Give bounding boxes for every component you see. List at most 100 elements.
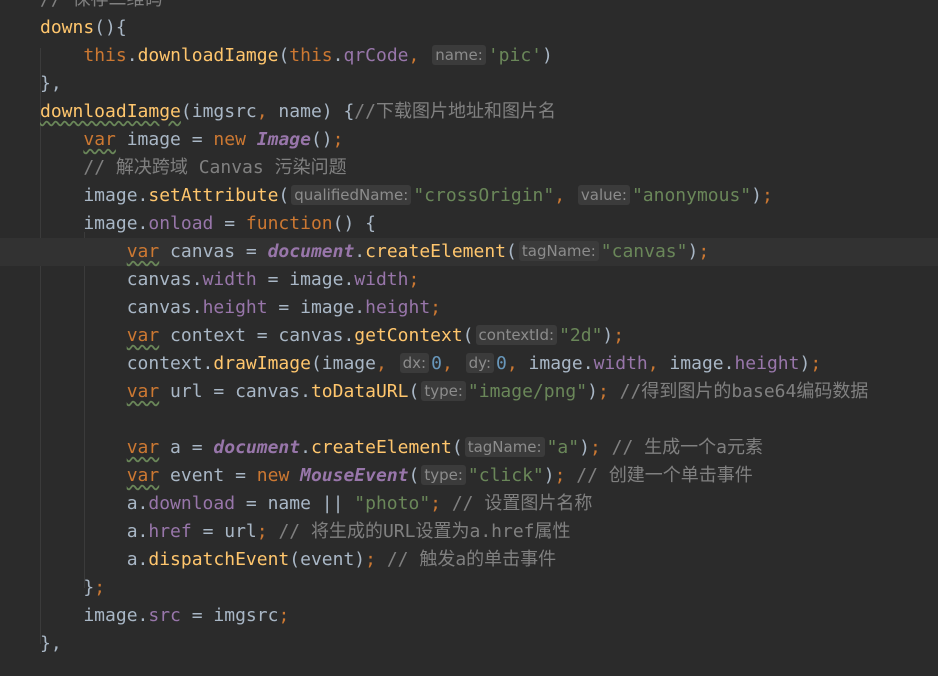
code-token: document [267,241,355,262]
code-token: setAttribute [148,185,279,206]
code-token: a = [159,437,214,458]
code-token: = url [191,521,257,542]
code-token: // [451,493,485,514]
code-token: , [256,101,268,122]
code-token: ; [613,325,625,346]
code-token: width [202,269,257,290]
code-token: (image [310,353,376,374]
code-line[interactable]: var canvas = document.createElement(tagN… [0,238,938,266]
code-token: image. [40,185,149,206]
code-line[interactable]: // 保存二维码 [0,0,938,14]
code-token: image. [517,353,594,374]
code-token: base64 [731,381,797,402]
code-line[interactable] [0,658,938,676]
code-token: (){ [94,17,127,38]
code-token: var [126,241,160,262]
code-token: 得到图片的 [641,381,732,402]
code-line[interactable]: image.onload = function() { [0,210,938,238]
code-token: href [148,521,192,542]
code-token: ) [687,241,699,262]
code-token: () { [332,213,376,234]
code-line[interactable] [0,406,938,434]
code-line[interactable]: var url = canvas.toDataURL(type: "image/p… [0,378,938,406]
code-line[interactable]: a.dispatchEvent(event); // 触发a的单击事件 [0,546,938,574]
code-token: }, [40,73,62,94]
code-token: downs [40,17,95,38]
code-line[interactable]: image.src = imgsrc; [0,602,938,630]
code-token: image. [658,353,735,374]
code-token: URL [382,521,416,542]
code-line[interactable]: image.setAttribute(qualifiedName: "crossO… [0,182,938,210]
code-token: new [256,465,301,486]
code-line[interactable]: a.href = url; // 将生成的URL设置为a.href属性 [0,518,938,546]
code-token: , [554,185,566,206]
code-token: 0 [431,353,442,374]
code-token: = image. [256,269,355,290]
code-token: ; [278,605,290,626]
code-line[interactable]: var a = document.createElement(tagName: "… [0,434,938,462]
code-line[interactable]: canvas.height = image.height; [0,294,938,322]
code-token: "canvas" [600,241,688,262]
code-token: Canvas [187,157,275,178]
code-token: var [126,437,160,458]
code-line[interactable]: var context = canvas.getContext(contextI… [0,322,938,350]
code-token: "photo" [354,493,431,514]
code-line[interactable]: context.drawImage(image, dx: 0, dy: 0, ima… [0,350,938,378]
parameter-hint: tagName: [464,437,545,457]
code-token: a. [40,521,149,542]
code-line[interactable]: }, [0,70,938,98]
code-line[interactable]: downs(){ [0,14,938,42]
code-token: image. [40,213,149,234]
parameter-hint: qualifiedName: [291,185,412,205]
code-token: context. [40,353,214,374]
code-token: ; [94,577,106,598]
code-token: 'pic' [487,45,542,66]
code-token: 生成一个 [644,437,717,458]
code-token: . [332,45,344,66]
code-line[interactable]: downloadIamge(imgsrc, name) {//下载图片地址和图片… [0,98,938,126]
code-token: // 保存二维码 [40,0,163,10]
code-token: "crossOrigin" [413,185,555,206]
code-line[interactable]: a.download = name || "photo"; // 设置图片名称 [0,490,938,518]
parameter-hint: type: [421,381,466,401]
code-token: 将生成的 [310,521,383,542]
code-token: var [126,465,160,486]
code-token: canvas. [40,297,203,318]
code-line[interactable]: }; [0,574,938,602]
code-token: ; [589,437,601,458]
code-token: image = [115,129,214,150]
code-token: width [354,269,409,290]
code-token: context = canvas. [159,325,355,346]
code-token: var [83,129,116,150]
code-token: downloadIamge [137,45,279,66]
code-token: download [148,493,236,514]
code-line[interactable]: var event = new MouseEvent(type: "click")… [0,462,938,490]
code-token: drawImage [213,353,311,374]
code-token: ) [579,437,590,458]
code-token: ) [542,45,553,66]
code-editor[interactable]: // 保存二维码downs(){ this.downloadIamge(this… [0,0,938,676]
code-token: event = [159,465,257,486]
code-token: } [40,577,95,598]
code-token: ( [408,381,420,402]
code-line[interactable]: // 解决跨域 Canvas 污染问题 [0,154,938,182]
code-token: "2d" [559,325,603,346]
code-token: 污染问题 [274,157,347,178]
code-token: var [126,325,160,346]
code-token: height [365,297,431,318]
code-line[interactable]: }, [0,630,938,658]
code-token: this [83,45,127,66]
code-line[interactable]: this.downloadIamge(this.qrCode, name:'pi… [0,42,938,70]
code-line[interactable]: canvas.width = image.width; [0,266,938,294]
code-line[interactable]: var image = new Image(); [0,126,938,154]
code-token: onload [148,213,214,234]
